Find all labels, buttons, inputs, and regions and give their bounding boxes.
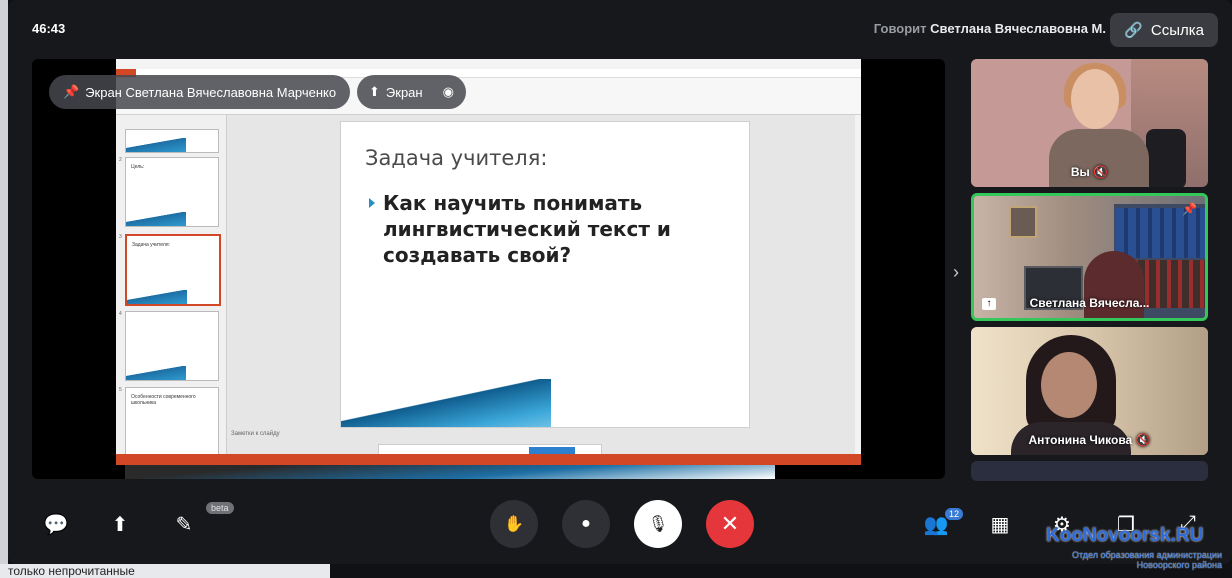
- copy-link-button[interactable]: 🔗 Ссылка: [1110, 13, 1218, 47]
- speaking-name: Светлана Вячеславовна М.: [930, 21, 1106, 36]
- pen-icon[interactable]: ✎: [170, 512, 198, 537]
- screen-share-icon: ⬆: [369, 84, 380, 99]
- thumbnail-number: 3: [119, 234, 122, 240]
- microphone-button[interactable]: 🎙: [634, 500, 682, 548]
- thumbnail-number: 5: [119, 387, 122, 393]
- slide-notes: Заметки к слайду: [231, 431, 280, 437]
- pinned-screen-label: Экран Светлана Вячеславовна Марченко: [85, 84, 337, 100]
- thumbnail-text: Задача учителя:: [132, 242, 170, 248]
- slide-thumbnail: Особенности современного школьника: [125, 387, 219, 457]
- screen-share-stage: 2 Цель: 3 Задача учителя: 4 5 Особенност…: [32, 59, 945, 479]
- call-timer: 46:43: [32, 21, 66, 36]
- powerpoint-titlebar: [116, 59, 861, 69]
- powerpoint-statusbar: [116, 454, 861, 465]
- close-icon: ✕: [720, 511, 740, 536]
- camera-icon: ●: [581, 515, 591, 532]
- slide-title: Задача учителя:: [365, 146, 548, 170]
- pin-icon: 📌: [63, 84, 80, 99]
- beta-badge: beta: [206, 502, 234, 514]
- watermark-subtitle: Отдел образования администрации Новоорск…: [1071, 550, 1222, 570]
- mic-off-icon: 🔇: [1093, 165, 1109, 179]
- screen-label: Экран: [385, 84, 423, 100]
- grid-icon[interactable]: ▦: [986, 512, 1014, 537]
- thumbnail-text: Цель:: [131, 164, 145, 170]
- link-button-label: Ссылка: [1150, 21, 1204, 39]
- participants-count: 12: [945, 508, 964, 520]
- participant-tile-self[interactable]: Вы 🔇: [971, 59, 1208, 187]
- camera-button[interactable]: ●: [562, 500, 610, 548]
- camera-icon[interactable]: ◉: [443, 84, 454, 100]
- shared-screen: 2 Цель: 3 Задача учителя: 4 5 Особенност…: [116, 59, 861, 465]
- chat-icon[interactable]: 💬: [42, 512, 70, 537]
- slide-thumbnail: [125, 311, 219, 381]
- shared-screen-overflow: [125, 465, 775, 479]
- participant-tile-speaker[interactable]: 📌 ↑ Светлана Вячесла...: [971, 193, 1208, 321]
- participant-name: Светлана Вячесла...: [1029, 296, 1150, 310]
- screen-video-pill[interactable]: ⬆ Экран ◉: [357, 75, 466, 109]
- thumbnail-number: 2: [119, 157, 122, 163]
- slide-thumbnail: Цель:: [125, 157, 219, 227]
- slide-editor: Задача учителя: Как научить понимать лин…: [227, 115, 857, 454]
- participant-tile-partial[interactable]: [971, 461, 1208, 481]
- mic-off-icon: 🎙: [647, 516, 669, 533]
- speaking-indicator: Говорит Светлана Вячеславовна М.: [874, 21, 1106, 36]
- pinned-screen-pill[interactable]: 📌 Экран Светлана Вячеславовна Марченко: [49, 75, 351, 109]
- participant-tile[interactable]: Антонина Чикова 🔇: [971, 327, 1208, 455]
- participant-name: Вы: [1070, 165, 1090, 179]
- end-call-button[interactable]: ✕: [706, 500, 754, 548]
- slide-thumbnail: [125, 129, 219, 153]
- slide-thumbnail-selected: Задача учителя:: [125, 234, 221, 306]
- slide-decoration: [341, 379, 551, 427]
- chevron-right-icon[interactable]: ›: [953, 262, 959, 283]
- background-app-edge: [0, 0, 8, 578]
- share-screen-icon[interactable]: ⬆: [106, 512, 134, 537]
- thumbnail-number: 4: [119, 311, 122, 317]
- speaking-prefix: Говорит: [873, 21, 927, 36]
- link-icon: 🔗: [1124, 22, 1143, 39]
- mic-off-icon: 🔇: [1135, 433, 1151, 447]
- hand-icon: ✋: [504, 516, 524, 533]
- slide-thumbnails: 2 Цель: 3 Задача учителя: 4 5 Особенност…: [116, 115, 227, 457]
- thumbnail-text: Особенности современного школьника: [131, 394, 196, 406]
- slide-bullet: Как научить понимать лингвистический тек…: [369, 190, 713, 268]
- video-call-window: 46:43 Говорит Светлана Вячеславовна М. 🔗…: [8, 0, 1232, 564]
- raise-hand-button[interactable]: ✋: [490, 500, 538, 548]
- background-unread-text: только непрочитанные: [0, 564, 330, 578]
- current-slide: Задача учителя: Как научить понимать лин…: [340, 121, 750, 428]
- watermark-site: KooNovoorsk.RU: [1046, 525, 1204, 546]
- participant-name: Антонина Чикова: [1028, 433, 1133, 447]
- pin-icon[interactable]: 📌: [1182, 202, 1197, 216]
- powerpoint-scrollbar: [855, 115, 861, 454]
